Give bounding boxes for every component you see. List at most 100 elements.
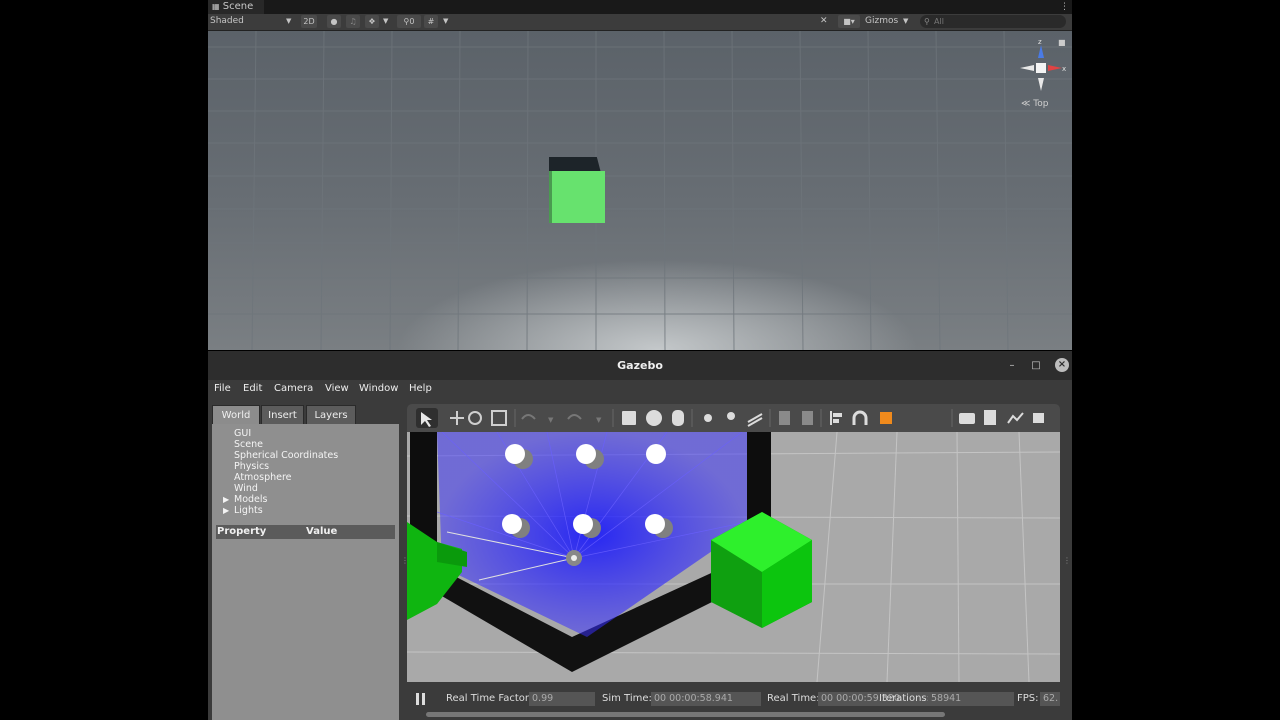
log-icon: [984, 410, 996, 425]
spot-light-icon: [727, 412, 735, 420]
maximize-icon[interactable]: □: [1029, 359, 1043, 373]
hidden-objects-toggle[interactable]: ⚲0: [397, 15, 421, 28]
plot-icon: [1007, 412, 1024, 424]
scene-tab-label: Scene: [222, 1, 254, 12]
cylinder-shape-icon: [672, 410, 684, 426]
tab-world[interactable]: World: [212, 405, 260, 424]
redo-dropdown-icon: ▼: [596, 416, 602, 424]
tree-item-models[interactable]: Models: [234, 494, 267, 505]
tree-item-spherical-coordinates[interactable]: Spherical Coordinates: [234, 450, 338, 461]
scene-tab-icon: ▦: [212, 2, 220, 11]
toggle-2d-label: 2D: [303, 17, 315, 26]
world-panel: GUI Scene Spherical Coordinates Physics …: [212, 424, 399, 720]
scene-search-input[interactable]: All: [920, 15, 1066, 28]
window-title-bar[interactable]: Gazebo: [208, 351, 1072, 380]
screenshot-icon: [959, 413, 975, 424]
gizmos-label: Gizmos: [865, 16, 899, 26]
green-cube[interactable]: [552, 171, 605, 223]
tree-item-physics[interactable]: Physics: [234, 461, 269, 472]
scene-grid: [208, 31, 1072, 350]
sphere-shape-icon: [646, 410, 662, 426]
scene-viewport[interactable]: [208, 31, 1072, 350]
paste-icon: [802, 411, 813, 425]
property-header[interactable]: Property: [217, 525, 266, 539]
scene-toolbar: Shaded ▼ 2D ● ♫ ❖ ▼ ⚲0 # ▼ ✕ ■▾ Gizmos ▼…: [208, 14, 1072, 31]
rotate-mode-icon: [468, 411, 482, 425]
camera-settings-icon[interactable]: ■▾: [838, 15, 860, 28]
fps-value: 62.: [1040, 692, 1060, 706]
pause-icon[interactable]: [415, 692, 427, 706]
iterations-value: 58941: [928, 692, 1014, 706]
undo-icon: [521, 414, 536, 420]
directional-light-icon: [747, 413, 763, 427]
tree-item-lights[interactable]: Lights: [234, 505, 263, 516]
expand-lights-icon[interactable]: ▶: [223, 506, 229, 515]
change-view-icon: [880, 412, 892, 424]
horizontal-scrollbar[interactable]: [426, 712, 945, 717]
grid-toggle-icon[interactable]: #: [424, 15, 438, 28]
gizmo-z-label: z: [1038, 38, 1042, 46]
expand-models-icon[interactable]: ▶: [223, 495, 229, 504]
unity-tab-bar: ▦ Scene ⋮: [208, 0, 1072, 14]
tree-item-wind[interactable]: Wind: [234, 483, 258, 494]
right-splitter-handle[interactable]: ⋮: [1063, 556, 1071, 565]
search-placeholder: All: [934, 17, 944, 26]
toggle-2d-button[interactable]: 2D: [301, 15, 317, 28]
gazebo-3d-scene[interactable]: [407, 432, 1060, 682]
sim-time-value: 00 00:00:58.941: [651, 692, 761, 706]
menu-file[interactable]: File: [214, 380, 231, 398]
undo-dropdown-icon: ▼: [548, 416, 554, 424]
scene-tab[interactable]: ▦ Scene: [208, 0, 264, 14]
minimize-icon[interactable]: –: [1005, 359, 1019, 373]
shading-mode-dropdown[interactable]: Shaded: [210, 14, 244, 29]
hidden-count: 0: [409, 17, 415, 26]
menu-help[interactable]: Help: [409, 380, 432, 398]
sim-time-label: Sim Time:: [602, 693, 652, 704]
rtf-value: 0.99: [529, 692, 595, 706]
menu-edit[interactable]: Edit: [243, 380, 262, 398]
search-icon: ⚲: [924, 17, 930, 26]
menu-camera[interactable]: Camera: [274, 380, 313, 398]
effects-chevron-icon: ▼: [383, 17, 389, 25]
menu-view[interactable]: View: [325, 380, 349, 398]
tab-layers[interactable]: Layers: [306, 405, 356, 424]
tree-item-atmosphere[interactable]: Atmosphere: [234, 472, 292, 483]
align-icon: [830, 411, 842, 425]
gizmo-x-label: x: [1062, 65, 1066, 73]
robot-sensor: [571, 555, 577, 561]
audio-toggle-icon[interactable]: ♫: [346, 15, 360, 28]
effects-toggle-icon[interactable]: ❖: [365, 15, 379, 28]
tree-item-gui[interactable]: GUI: [234, 428, 251, 439]
unity-scene-window: ▦ Scene ⋮ Shaded ▼ 2D ● ♫ ❖ ▼ ⚲0 # ▼ ✕ ■…: [208, 0, 1072, 350]
menu-window[interactable]: Window: [359, 380, 398, 398]
property-table-header: Property Value: [216, 525, 395, 539]
view-orientation-label[interactable]: ≪ Top: [1021, 99, 1048, 109]
shading-mode-label: Shaded: [210, 16, 244, 26]
kebab-menu-icon[interactable]: ⋮: [1060, 0, 1069, 14]
translate-mode-icon: [450, 411, 464, 425]
menu-bar: File Edit Camera View Window Help: [208, 380, 1072, 400]
grid-chevron-icon: ▼: [443, 17, 449, 25]
perspective-icon: ≪: [1021, 99, 1031, 109]
snap-icon: [852, 410, 868, 425]
iterations-label: Iterations:: [879, 693, 930, 704]
status-bar: Real Time Factor: 0.99 Sim Time: 00 00:0…: [407, 682, 1060, 720]
close-icon[interactable]: ×: [1055, 358, 1069, 372]
tools-icon[interactable]: ✕: [820, 14, 828, 29]
value-header[interactable]: Value: [306, 525, 337, 539]
real-time-label: Real Time:: [767, 693, 820, 704]
view-label-text: Top: [1033, 99, 1049, 109]
copy-icon: [779, 411, 790, 425]
tab-insert[interactable]: Insert: [261, 405, 304, 424]
window-title: Gazebo: [617, 359, 663, 372]
fps-label: FPS:: [1017, 693, 1039, 704]
gazebo-window: Gazebo – □ × File Edit Camera View Windo…: [208, 351, 1072, 720]
lock-icon[interactable]: ■: [1058, 38, 1066, 47]
render-panel: ▼ ▼ Real Time Factor: 0.99 Sim Time: 00 …: [407, 404, 1060, 720]
lighting-toggle-icon[interactable]: ●: [327, 15, 341, 28]
tree-item-scene[interactable]: Scene: [234, 439, 263, 450]
rtf-label: Real Time Factor:: [446, 693, 533, 704]
gizmos-dropdown[interactable]: Gizmos: [865, 14, 898, 29]
scale-mode-icon: [491, 410, 507, 426]
render-toolbar-icons: ▼ ▼: [416, 408, 1044, 428]
